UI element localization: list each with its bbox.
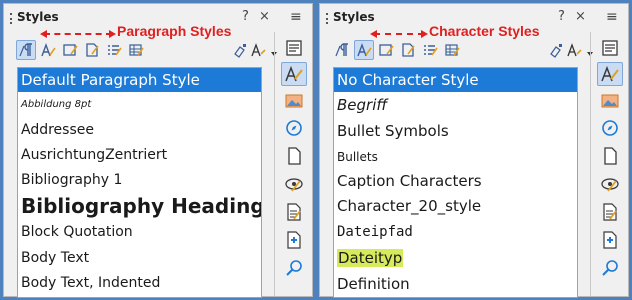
style-name: Dateityp bbox=[337, 249, 404, 267]
styles-icon[interactable] bbox=[281, 62, 307, 86]
close-button[interactable]: × bbox=[259, 9, 270, 25]
frame-styles-icon[interactable] bbox=[376, 40, 396, 60]
style-name: Addressee bbox=[21, 122, 94, 138]
list-item[interactable]: Character_20_style bbox=[334, 194, 577, 218]
table-styles-icon[interactable] bbox=[442, 40, 462, 60]
navigator-icon[interactable] bbox=[281, 116, 307, 140]
style-name: Dateipfad bbox=[337, 224, 413, 240]
style-name: Bullet Symbols bbox=[337, 122, 449, 140]
list-item[interactable]: Body Text bbox=[18, 246, 261, 270]
list-item[interactable]: Bibliography Heading bbox=[18, 192, 261, 220]
page-styles-icon[interactable] bbox=[398, 40, 418, 60]
page-icon[interactable] bbox=[281, 144, 307, 168]
style-name: Body Text bbox=[21, 250, 90, 266]
style-name: Abbildung 8pt bbox=[21, 98, 92, 110]
list-item[interactable]: Caption Characters bbox=[334, 169, 577, 193]
style-actions bbox=[548, 42, 594, 62]
drag-grip-icon[interactable] bbox=[10, 13, 13, 24]
style-category-toolbar bbox=[332, 40, 462, 62]
style-actions-icon[interactable] bbox=[567, 42, 583, 62]
styles-panel-paragraph: Styles ? × ≡ Paragraph Styles Default Pa… bbox=[3, 3, 313, 298]
find-icon[interactable] bbox=[281, 256, 307, 280]
manage-changes-icon[interactable] bbox=[597, 200, 623, 224]
list-item[interactable]: Abbildung 8pt bbox=[18, 92, 261, 116]
character-styles-icon[interactable] bbox=[38, 40, 58, 60]
style-name: Character_20_style bbox=[337, 197, 482, 215]
list-item[interactable]: Bullets bbox=[334, 145, 577, 169]
style-name: Bullets bbox=[337, 150, 378, 164]
panel-menu-button[interactable]: ≡ bbox=[606, 9, 618, 25]
style-name: Block Quotation bbox=[21, 224, 133, 240]
gallery-icon[interactable] bbox=[281, 89, 307, 113]
list-item[interactable]: Dateipfad bbox=[334, 220, 577, 244]
properties-icon[interactable] bbox=[281, 36, 307, 60]
gallery-icon[interactable] bbox=[597, 89, 623, 113]
list-item[interactable]: AusrichtungZentriert bbox=[18, 143, 261, 167]
panel-title: Styles bbox=[333, 10, 375, 24]
help-button[interactable]: ? bbox=[242, 9, 249, 25]
design-icon[interactable] bbox=[597, 228, 623, 252]
annotation-paragraph-styles: Paragraph Styles bbox=[117, 23, 232, 39]
list-item[interactable]: Dateityp bbox=[334, 246, 577, 270]
manage-changes-icon[interactable] bbox=[281, 200, 307, 224]
fill-format-mode-icon[interactable] bbox=[548, 42, 564, 62]
style-name: Begriff bbox=[337, 96, 388, 114]
design-icon[interactable] bbox=[281, 228, 307, 252]
panel-title: Styles bbox=[17, 10, 59, 24]
style-name: Bibliography 1 bbox=[21, 172, 123, 188]
list-item[interactable]: No Character Style bbox=[334, 68, 577, 92]
table-styles-icon[interactable] bbox=[126, 40, 146, 60]
page-styles-icon[interactable] bbox=[82, 40, 102, 60]
style-name: Body Text, Indented bbox=[21, 275, 161, 291]
style-actions-icon[interactable] bbox=[251, 42, 267, 62]
paragraph-styles-icon[interactable] bbox=[332, 40, 352, 60]
styles-list[interactable]: No Character Style Begriff Bullet Symbol… bbox=[333, 67, 578, 298]
style-inspector-icon[interactable] bbox=[597, 172, 623, 196]
list-item[interactable]: Addressee bbox=[18, 118, 261, 142]
properties-icon[interactable] bbox=[597, 36, 623, 60]
style-name: Definition bbox=[337, 275, 410, 293]
styles-list[interactable]: Default Paragraph Style Abbildung 8pt Ad… bbox=[17, 67, 262, 298]
styles-icon[interactable] bbox=[597, 62, 623, 86]
style-name: No Character Style bbox=[337, 71, 479, 89]
list-item[interactable]: Bullet Symbols bbox=[334, 119, 577, 143]
list-item[interactable]: Begriff bbox=[334, 93, 577, 117]
paragraph-styles-icon[interactable] bbox=[16, 40, 36, 60]
list-item[interactable]: Body Text, Indented bbox=[18, 271, 261, 295]
drag-grip-icon[interactable] bbox=[326, 13, 329, 24]
list-item[interactable]: Block Quotation bbox=[18, 220, 261, 244]
style-name: Bibliography Heading bbox=[21, 194, 262, 218]
style-inspector-icon[interactable] bbox=[281, 172, 307, 196]
panel-menu-button[interactable]: ≡ bbox=[290, 9, 302, 25]
annotation-character-styles: Character Styles bbox=[429, 23, 540, 39]
list-item[interactable]: Definition bbox=[334, 272, 577, 296]
list-item[interactable]: Default Paragraph Style bbox=[18, 68, 261, 92]
fill-format-mode-icon[interactable] bbox=[232, 42, 248, 62]
list-styles-icon[interactable] bbox=[104, 40, 124, 60]
navigator-icon[interactable] bbox=[597, 116, 623, 140]
help-button[interactable]: ? bbox=[558, 9, 565, 25]
list-styles-icon[interactable] bbox=[420, 40, 440, 60]
find-icon[interactable] bbox=[597, 256, 623, 280]
style-category-toolbar bbox=[16, 40, 146, 62]
close-button[interactable]: × bbox=[575, 9, 586, 25]
frame-styles-icon[interactable] bbox=[60, 40, 80, 60]
style-actions bbox=[232, 42, 278, 62]
sidebar-deck bbox=[590, 32, 628, 296]
sidebar-deck bbox=[274, 32, 312, 296]
style-name: Default Paragraph Style bbox=[21, 71, 200, 89]
style-name: AusrichtungZentriert bbox=[21, 147, 168, 163]
styles-panel-character: Styles ? × ≡ Character Styles No Charact… bbox=[319, 3, 629, 298]
page-icon[interactable] bbox=[597, 144, 623, 168]
character-styles-icon[interactable] bbox=[354, 40, 374, 60]
list-item[interactable]: Bibliography 1 bbox=[18, 168, 261, 192]
style-name: Caption Characters bbox=[337, 172, 482, 190]
